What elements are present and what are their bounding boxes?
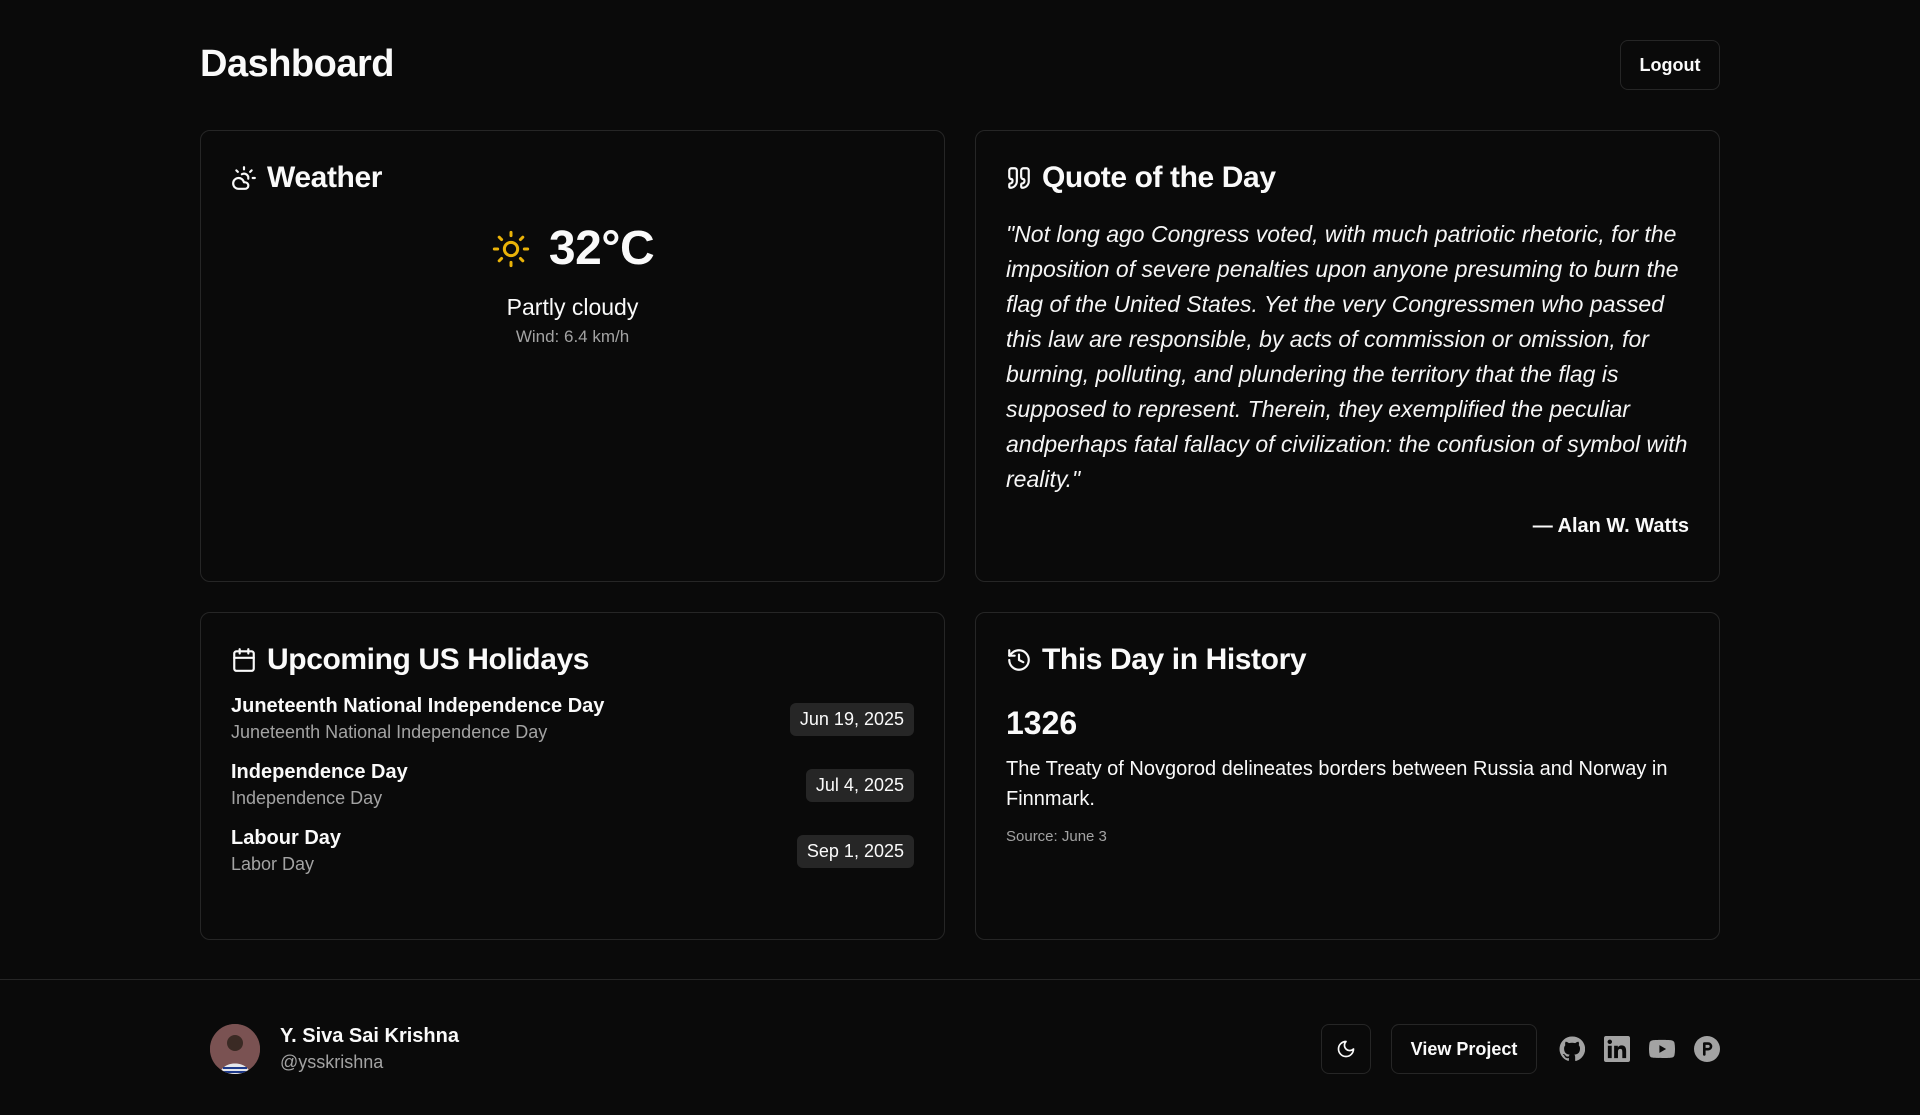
wind-speed: Wind: 6.4 km/h <box>515 327 630 346</box>
quote-title: Quote of the Day <box>1042 161 1276 194</box>
history-icon <box>1008 649 1030 671</box>
holiday-local-name: Labor Day <box>231 854 315 874</box>
quote-text: "Not long ago Congress voted, with much … <box>1006 221 1688 492</box>
calendar-icon <box>233 648 255 672</box>
theme-toggle-button[interactable] <box>1321 1024 1371 1074</box>
holiday-date-badge: Sep 1, 2025 <box>796 834 914 868</box>
avatar-image <box>210 1024 260 1074</box>
producthunt-icon[interactable] <box>1694 1036 1720 1062</box>
history-card: This Day in History 1326 The Treaty of N… <box>975 612 1720 940</box>
cards-grid: Weather 32°C Partly cloudy Wind: 6.4 km/… <box>200 130 1720 940</box>
holiday-item: Juneteenth National Independence Day Jun… <box>231 695 914 743</box>
holidays-card-title: Upcoming US Holidays <box>231 643 914 677</box>
linkedin-icon[interactable] <box>1604 1036 1630 1062</box>
history-title: This Day in History <box>1042 643 1307 676</box>
history-event: The Treaty of Novgorod delineates border… <box>1006 758 1668 810</box>
quote-card: Quote of the Day "Not long ago Congress … <box>975 130 1720 582</box>
holiday-name: Independence Day <box>231 761 408 783</box>
cloud-sun-icon <box>232 166 256 190</box>
main-container: Dashboard Logout Weather 32°C Partly clo… <box>200 0 1720 940</box>
holiday-item: Independence Day Independence Day Jul 4,… <box>231 761 914 809</box>
weather-card: Weather 32°C Partly cloudy Wind: 6.4 km/… <box>200 130 945 582</box>
view-project-button[interactable]: View Project <box>1391 1024 1537 1074</box>
logout-button[interactable]: Logout <box>1620 40 1720 90</box>
quote-icon <box>1008 167 1030 189</box>
user-handle: @ysskrishna <box>280 1052 384 1072</box>
holidays-card: Upcoming US Holidays Juneteenth National… <box>200 612 945 940</box>
holiday-item: Labour Day Labor Day Sep 1, 2025 <box>231 827 914 875</box>
weather-main: 32°C <box>231 221 914 276</box>
holiday-name: Juneteenth National Independence Day <box>231 695 605 717</box>
weather-card-title: Weather <box>231 161 914 195</box>
user-name: Y. Siva Sai Krishna <box>280 1025 459 1047</box>
page-title: Dashboard <box>200 42 394 85</box>
history-year: 1326 <box>1006 705 1078 741</box>
holiday-local-name: Independence Day <box>231 788 383 808</box>
holiday-date-badge: Jul 4, 2025 <box>805 768 914 802</box>
history-source: Source: June 3 <box>1006 828 1107 845</box>
social-links <box>1559 1036 1720 1062</box>
weather-condition: Partly cloudy <box>506 294 639 320</box>
temperature: 32°C <box>548 222 655 275</box>
footer: Y. Siva Sai Krishna @ysskrishna View Pro… <box>0 979 1920 1115</box>
holidays-title: Upcoming US Holidays <box>267 643 590 676</box>
dashboard-page: Dashboard Logout Weather 32°C Partly clo… <box>0 0 1920 1115</box>
quote-card-title: Quote of the Day <box>1006 161 1689 195</box>
quote-author: — Alan W. Watts <box>1532 515 1689 537</box>
holiday-date-badge: Jun 19, 2025 <box>789 702 914 736</box>
github-icon[interactable] <box>1559 1036 1585 1062</box>
holiday-local-name: Juneteenth National Independence Day <box>231 722 548 742</box>
history-card-title: This Day in History <box>1006 643 1689 677</box>
moon-icon <box>1337 1040 1355 1058</box>
header: Dashboard Logout <box>200 0 1720 130</box>
footer-actions: View Project <box>1321 1024 1720 1074</box>
sun-icon <box>492 230 530 267</box>
user-info: Y. Siva Sai Krishna @ysskrishna <box>210 1024 459 1074</box>
youtube-icon[interactable] <box>1649 1036 1675 1062</box>
holiday-name: Labour Day <box>231 827 342 849</box>
weather-title: Weather <box>267 161 383 194</box>
avatar <box>210 1024 260 1074</box>
